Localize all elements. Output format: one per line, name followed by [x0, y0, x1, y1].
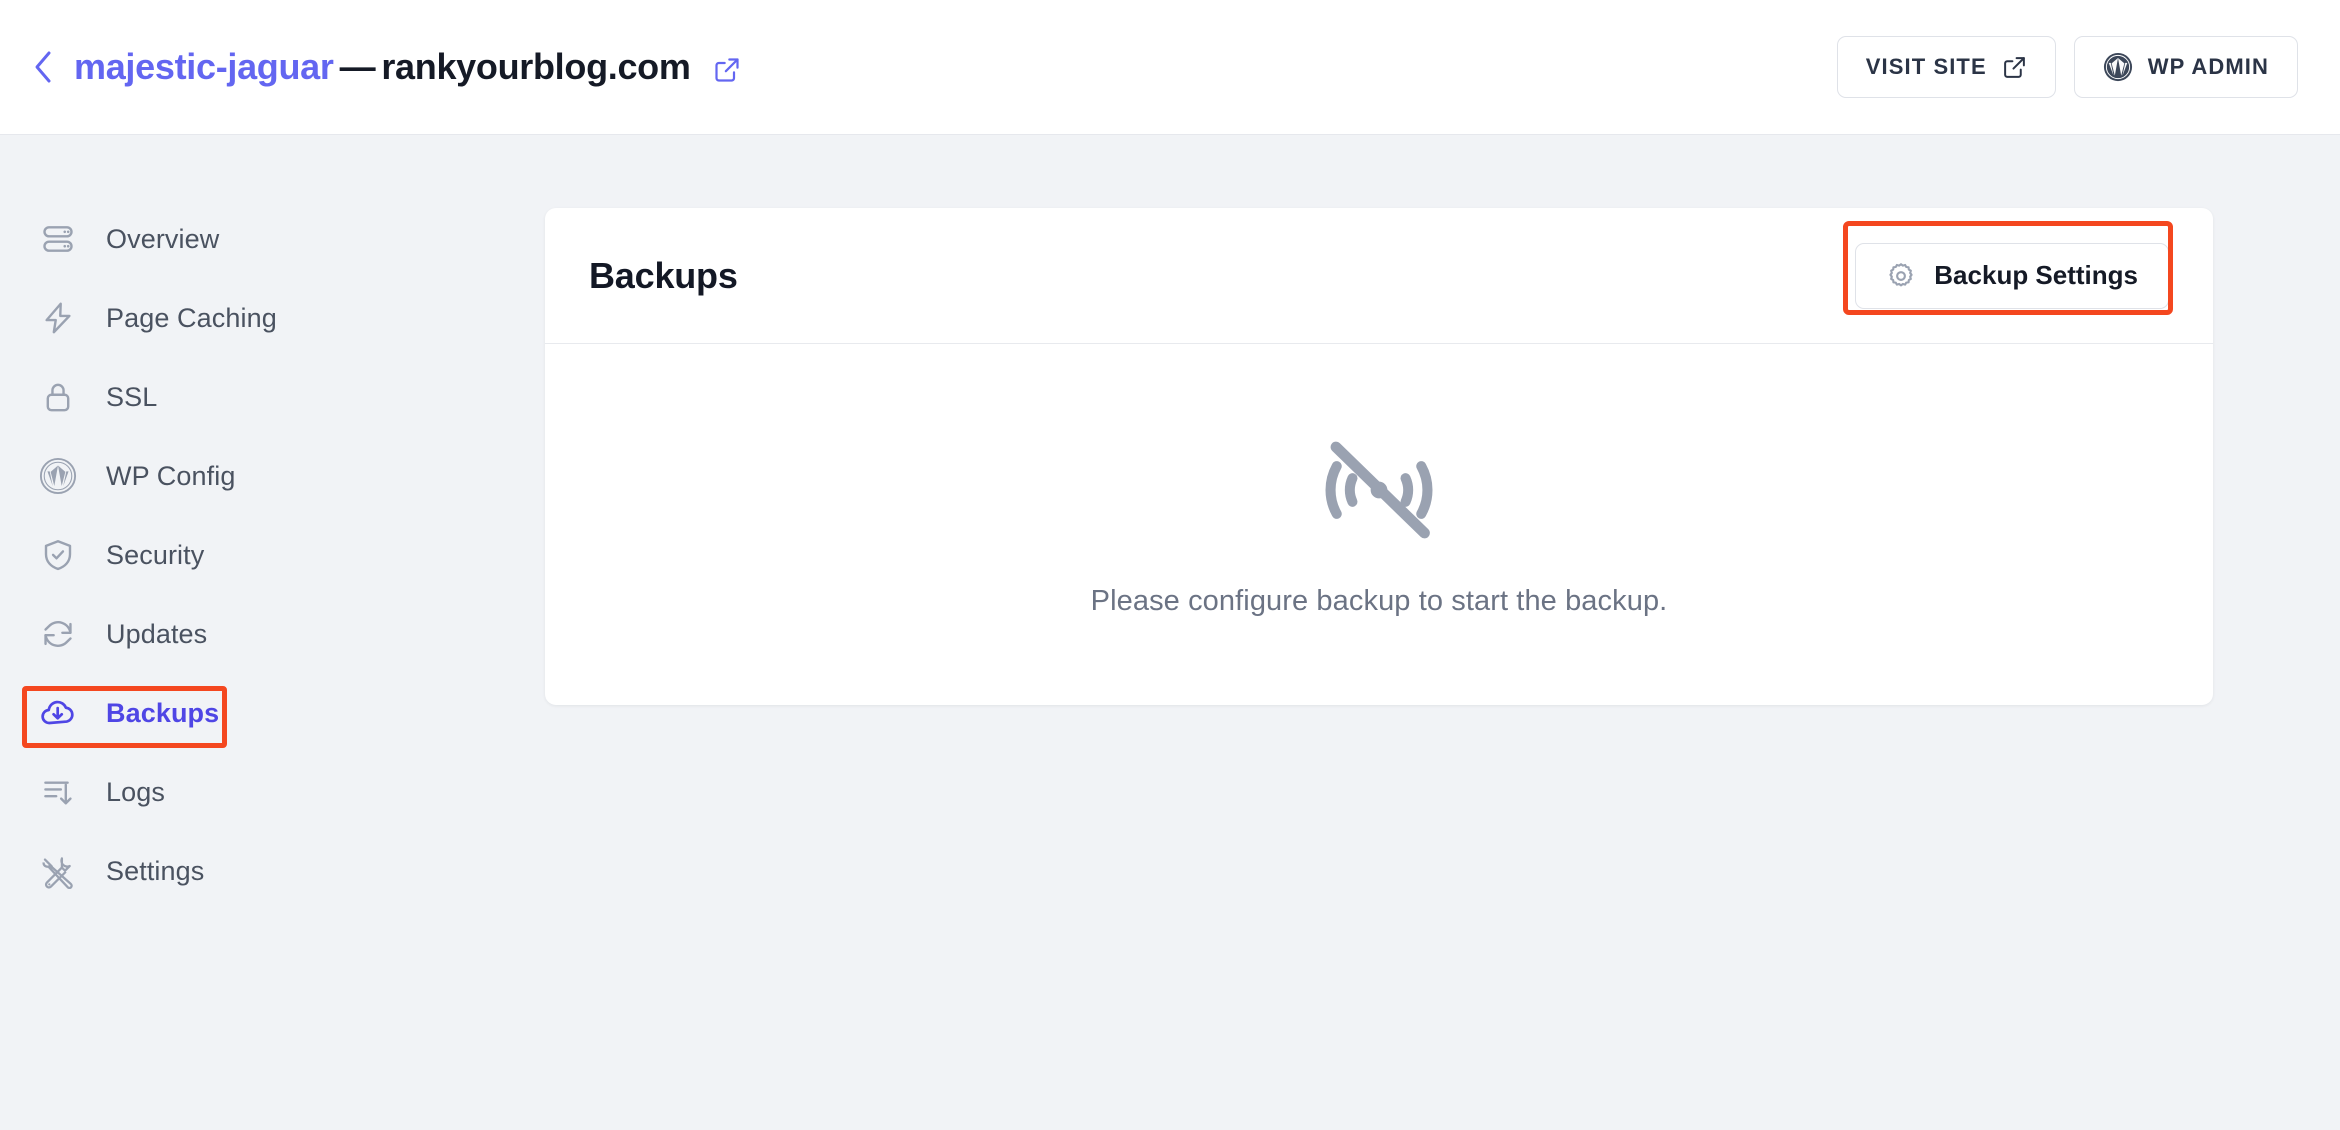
page-title: majestic-jaguar — rankyourblog.com: [74, 46, 691, 88]
sidebar-item-label: Security: [106, 539, 205, 570]
sidebar-item-label: SSL: [106, 381, 158, 412]
site-domain: rankyourblog.com: [381, 46, 691, 87]
sidebar-item-page-caching[interactable]: Page Caching: [0, 292, 545, 344]
card-title: Backups: [589, 254, 738, 296]
backups-card: Backups Backup Settings Please configure…: [545, 208, 2213, 705]
site-name[interactable]: majestic-jaguar: [74, 46, 334, 87]
sidebar-item-settings[interactable]: Settings: [0, 845, 545, 897]
sidebar-item-label: Updates: [106, 618, 208, 649]
wordpress-icon: [2103, 52, 2133, 82]
wp-admin-label: WP ADMIN: [2147, 54, 2269, 79]
visit-site-button[interactable]: VISIT SITE: [1836, 36, 2056, 98]
header-actions: VISIT SITE WP ADMIN: [1836, 36, 2298, 98]
gear-icon: [1886, 261, 1916, 291]
sidebar-item-security[interactable]: Security: [0, 529, 545, 581]
sidebar-item-overview[interactable]: Overview: [0, 213, 545, 265]
empty-state: Please configure backup to start the bac…: [545, 344, 2213, 704]
sidebar-item-label: Page Caching: [106, 302, 277, 333]
sidebar-nav: Overview Page Caching SSL WP Config Secu…: [0, 135, 545, 924]
sidebar-item-label: Settings: [106, 855, 205, 886]
visit-site-label: VISIT SITE: [1865, 54, 1987, 79]
chevron-left-icon[interactable]: [26, 50, 60, 84]
backup-settings-label: Backup Settings: [1934, 260, 2138, 290]
external-link-icon: [2002, 55, 2027, 80]
title-separator: —: [339, 46, 376, 87]
backup-settings-button[interactable]: Backup Settings: [1855, 242, 2169, 309]
wordpress-icon: [38, 456, 78, 496]
sidebar-item-updates[interactable]: Updates: [0, 608, 545, 660]
sidebar-item-ssl[interactable]: SSL: [0, 371, 545, 423]
shield-check-icon: [38, 535, 78, 575]
external-link-icon[interactable]: [713, 56, 741, 84]
sidebar-item-label: WP Config: [106, 460, 236, 491]
server-icon: [38, 219, 78, 259]
empty-state-message: Please configure backup to start the bac…: [1090, 584, 1668, 617]
top-header-bar: majestic-jaguar — rankyourblog.com VISIT S…: [0, 0, 2340, 135]
signal-off-icon: [1314, 431, 1444, 549]
cloud-download-icon: [38, 693, 78, 733]
wp-admin-button[interactable]: WP ADMIN: [2073, 36, 2298, 98]
sidebar-item-label: Backups: [106, 697, 220, 728]
sidebar-item-label: Overview: [106, 223, 220, 254]
sidebar-item-label: Logs: [106, 776, 165, 807]
lock-icon: [38, 377, 78, 417]
tools-icon: [38, 851, 78, 891]
lightning-bolt-icon: [38, 298, 78, 338]
breadcrumb: majestic-jaguar — rankyourblog.com: [26, 46, 741, 88]
card-header: Backups Backup Settings: [545, 208, 2213, 344]
sidebar-item-wp-config[interactable]: WP Config: [0, 450, 545, 502]
sidebar-item-logs[interactable]: Logs: [0, 766, 545, 818]
refresh-icon: [38, 614, 78, 654]
sidebar-item-backups[interactable]: Backups: [0, 687, 545, 739]
list-arrow-down-icon: [38, 772, 78, 812]
